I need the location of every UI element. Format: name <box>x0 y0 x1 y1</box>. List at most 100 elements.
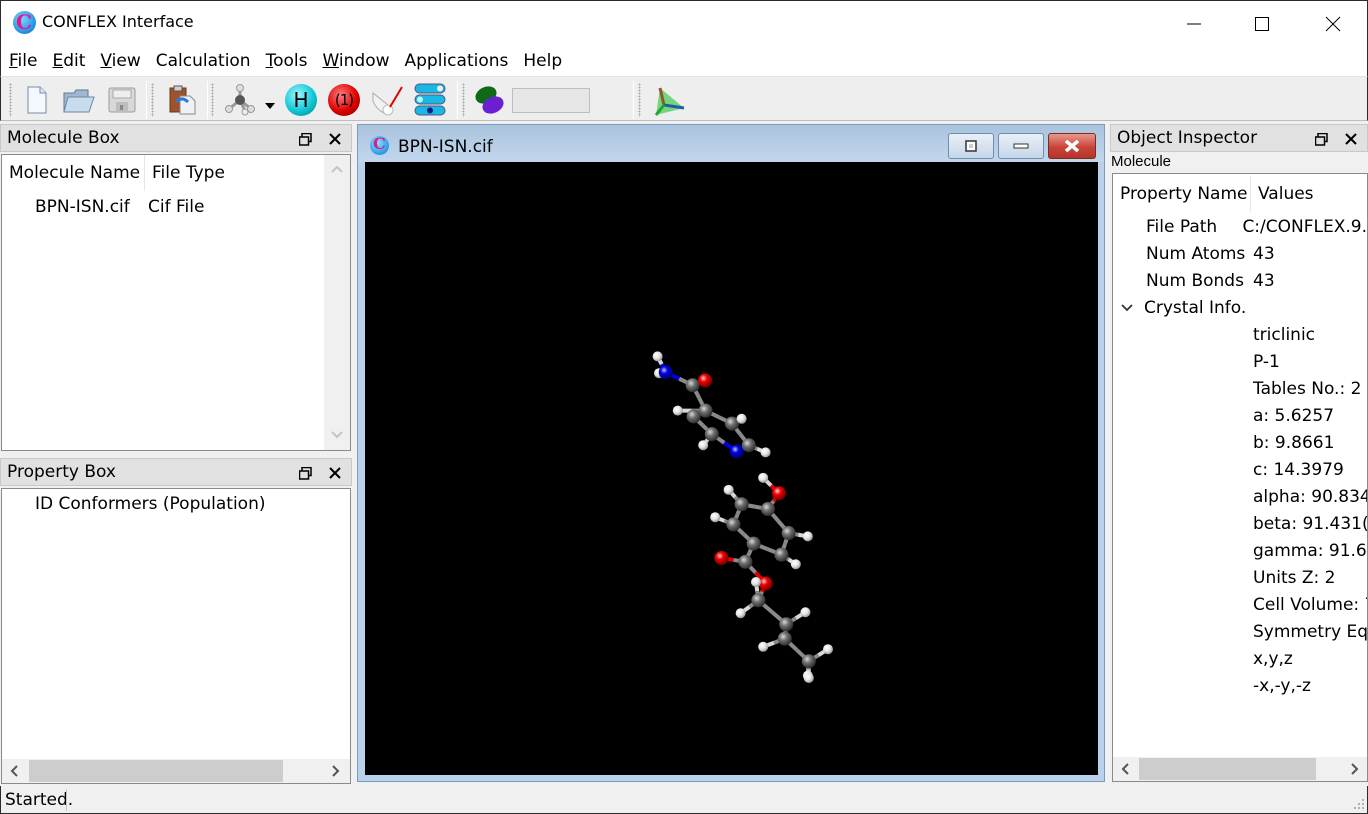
crystal-info-value[interactable]: alpha: 90.834( <box>1253 483 1367 510</box>
atom-c[interactable] <box>734 497 749 512</box>
atom-c[interactable] <box>746 536 761 551</box>
crystal-info-value[interactable]: Cell Volume: 7 <box>1253 591 1367 618</box>
close-panel-button[interactable] <box>326 130 344 148</box>
atom-c[interactable] <box>779 617 794 632</box>
layers-button[interactable] <box>412 81 448 119</box>
column-header-file-type[interactable]: File Type <box>145 155 325 191</box>
atom-c[interactable] <box>774 547 789 562</box>
menu-help[interactable]: Help <box>523 51 562 71</box>
atom-h[interactable] <box>758 641 769 652</box>
object-inspector-titlebar[interactable]: Object Inspector <box>1110 124 1368 152</box>
crystal-info-value[interactable]: -x,-y,-z <box>1253 672 1311 699</box>
restore-button[interactable] <box>948 133 994 159</box>
atom-h[interactable] <box>823 644 833 655</box>
atom-h[interactable] <box>800 607 811 618</box>
property-row[interactable]: Num Atoms 43 <box>1113 240 1367 267</box>
property-box-titlebar[interactable]: Property Box <box>0 458 352 486</box>
vertical-scrollbar[interactable] <box>324 155 350 450</box>
scroll-up-icon[interactable] <box>331 165 343 173</box>
open-folder-button[interactable] <box>61 81 97 119</box>
measure-button[interactable] <box>369 81 405 119</box>
crystal-info-value[interactable]: b: 9.8661 <box>1253 429 1334 456</box>
molecule-builder-button[interactable] <box>222 81 258 119</box>
atom-h[interactable] <box>803 673 814 683</box>
new-file-button[interactable] <box>18 81 54 119</box>
scroll-left-icon[interactable] <box>1121 763 1129 775</box>
atom-c[interactable] <box>761 502 775 517</box>
atom-c[interactable] <box>781 526 796 541</box>
save-button[interactable] <box>104 81 140 119</box>
toolbar-value-field[interactable] <box>512 88 590 113</box>
close-panel-button[interactable] <box>326 464 344 482</box>
toolbar-grip[interactable] <box>638 83 641 117</box>
charge-button[interactable]: (1) <box>326 81 362 119</box>
3d-viewport[interactable] <box>365 162 1098 775</box>
float-button[interactable] <box>296 130 314 148</box>
atom-c[interactable] <box>738 554 753 569</box>
menu-window[interactable]: Window <box>322 51 389 71</box>
atom-h[interactable] <box>758 472 769 483</box>
crystal-info-value[interactable]: gamma: 91.64 <box>1253 537 1367 564</box>
atom-c[interactable] <box>685 378 700 393</box>
molecule-box-titlebar[interactable]: Molecule Box <box>0 124 352 152</box>
property-row[interactable]: Num Bonds 43 <box>1113 267 1367 294</box>
crystal-info-value[interactable]: P-1 <box>1253 348 1280 375</box>
scrollbar-thumb[interactable] <box>29 760 283 782</box>
column-header-values[interactable]: Values <box>1251 176 1361 212</box>
atom-o[interactable] <box>698 373 713 388</box>
menu-edit[interactable]: Edit <box>52 51 85 71</box>
orbital-button[interactable] <box>471 81 507 119</box>
atom-h[interactable] <box>760 447 771 458</box>
viewer-titlebar[interactable]: C BPN-ISN.cif <box>358 125 1104 162</box>
paste-button[interactable] <box>164 81 200 119</box>
atom-h[interactable] <box>790 559 801 570</box>
property-row[interactable]: ID Conformers (Population) <box>35 490 265 517</box>
horizontal-scrollbar[interactable] <box>1113 757 1367 781</box>
float-button[interactable] <box>1312 130 1330 148</box>
atom-c[interactable] <box>751 593 766 608</box>
menu-tools[interactable]: Tools <box>266 51 308 71</box>
atom-c[interactable] <box>801 654 816 669</box>
toolbar-grip[interactable] <box>9 83 12 117</box>
atom-h[interactable] <box>652 351 663 362</box>
atom-h[interactable] <box>710 512 721 523</box>
float-button[interactable] <box>296 464 314 482</box>
atom-h[interactable] <box>802 531 813 542</box>
toolbar-grip[interactable] <box>151 83 154 117</box>
scroll-left-icon[interactable] <box>10 765 18 777</box>
minimize-button[interactable] <box>1160 1 1228 46</box>
atom-n[interactable] <box>658 365 673 380</box>
toolbar-grip[interactable] <box>211 83 214 117</box>
crystal-info-value[interactable]: triclinic <box>1253 321 1315 348</box>
scroll-down-icon[interactable] <box>331 431 343 439</box>
close-panel-button[interactable] <box>1342 130 1360 148</box>
atom-c[interactable] <box>698 403 713 418</box>
molecule-row[interactable]: BPN-ISN.cif Cif File <box>2 193 325 220</box>
atom-h[interactable] <box>735 608 746 619</box>
atom-n[interactable] <box>729 444 744 459</box>
crystal-info-value[interactable]: x,y,z <box>1253 645 1293 672</box>
add-hydrogen-button[interactable]: H <box>283 81 319 119</box>
property-row[interactable]: File Path C:/CONFLEX.9. <box>1113 213 1367 240</box>
column-header-molecule-name[interactable]: Molecule Name <box>2 155 145 191</box>
chevron-down-icon[interactable] <box>1121 303 1133 312</box>
crystal-info-value[interactable]: Symmetry Equ <box>1253 618 1367 645</box>
maximize-button[interactable] <box>1228 1 1296 46</box>
menu-calculation[interactable]: Calculation <box>156 51 251 71</box>
axes-view-button[interactable] <box>651 81 687 119</box>
toolbar-grip[interactable] <box>462 83 465 117</box>
close-button[interactable] <box>1048 133 1096 159</box>
scroll-right-icon[interactable] <box>1351 763 1359 775</box>
atom-c[interactable] <box>686 409 701 424</box>
atom-c[interactable] <box>741 438 756 453</box>
atom-c[interactable] <box>704 427 719 442</box>
molecule-dropdown-arrow[interactable] <box>264 96 276 114</box>
crystal-info-value[interactable]: Units Z: 2 <box>1253 564 1335 591</box>
crystal-info-value[interactable]: Tables No.: 2 <box>1253 375 1361 402</box>
crystal-info-group[interactable]: Crystal Info. <box>1113 294 1367 321</box>
close-button[interactable] <box>1299 1 1367 46</box>
horizontal-scrollbar[interactable] <box>2 759 350 783</box>
crystal-info-value[interactable]: c: 14.3979 <box>1253 456 1344 483</box>
minimize-button[interactable] <box>998 133 1044 159</box>
crystal-info-value[interactable]: beta: 91.431(7 <box>1253 510 1367 537</box>
